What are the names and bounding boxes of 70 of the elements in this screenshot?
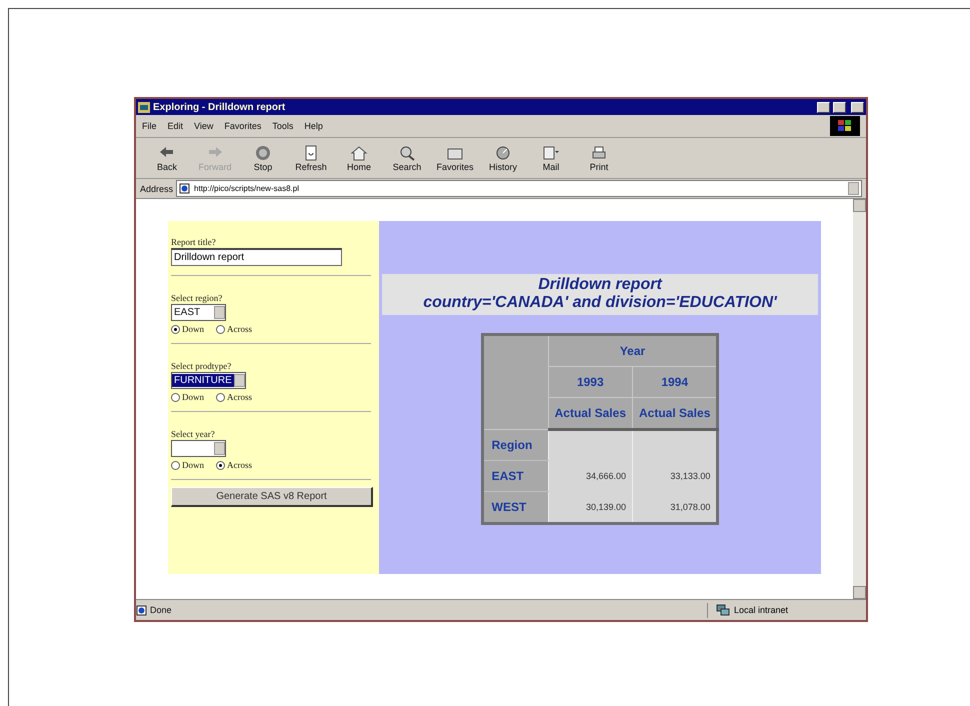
radio-option[interactable]: Across <box>216 324 252 334</box>
flag-icon <box>838 120 852 132</box>
zone-text: Local intranet <box>734 605 788 615</box>
radio-option[interactable]: Down <box>171 324 204 334</box>
app-icon <box>138 102 150 112</box>
printer-icon <box>590 144 608 160</box>
toolbar-button[interactable]: Search <box>386 144 428 172</box>
table-cell: 31,078.00 <box>632 492 718 524</box>
field-label: Select region? <box>171 293 224 303</box>
toolbar-button[interactable]: Refresh <box>290 144 332 172</box>
toolbar-button[interactable]: Back <box>146 144 188 172</box>
toolbar-button[interactable]: Mail <box>530 144 572 172</box>
radio-icon[interactable] <box>216 324 225 334</box>
radio-icon[interactable] <box>216 392 225 402</box>
field-label: Report title? <box>171 237 217 247</box>
field-label: Select year? <box>171 429 216 439</box>
menu-item[interactable]: Favorites <box>224 121 262 131</box>
table-header: 1994 <box>632 366 718 398</box>
radio-option[interactable]: Down <box>171 460 204 470</box>
close-button[interactable] <box>851 102 864 112</box>
stop-icon <box>254 144 272 160</box>
report-subtitle: country='CANADA' and division='EDUCATION' <box>423 294 777 312</box>
menu-item[interactable]: View <box>194 121 214 131</box>
radio-icon[interactable] <box>216 460 225 470</box>
search-icon <box>398 144 416 160</box>
radio-option[interactable]: Across <box>216 460 252 470</box>
radio-option[interactable]: Down <box>171 392 204 402</box>
toolbar-button[interactable]: Favorites <box>434 144 476 172</box>
address-label: Address <box>140 184 174 194</box>
table-cell: 34,666.00 <box>548 460 632 492</box>
maximize-button[interactable] <box>833 102 846 112</box>
toolbar-button[interactable]: History <box>482 144 524 172</box>
table-header: Actual Sales <box>548 398 632 430</box>
address-field[interactable]: http://pico/scripts/new-sas8.pl <box>176 180 862 197</box>
home-icon <box>350 144 368 160</box>
menu-item[interactable]: File <box>142 121 157 131</box>
row-header: WEST <box>482 492 548 524</box>
row-header: Region <box>482 430 548 460</box>
generate-button[interactable]: Generate SAS v8 Report <box>171 487 373 507</box>
radio-icon[interactable] <box>171 392 180 402</box>
mail-icon <box>542 144 560 160</box>
globe-icon <box>494 144 512 160</box>
page-icon <box>136 604 147 616</box>
menu-item[interactable]: Tools <box>272 121 294 131</box>
select-field[interactable]: EAST <box>171 304 226 321</box>
table-cell: 33,133.00 <box>632 460 718 492</box>
toolbar-button[interactable]: Stop <box>242 144 284 172</box>
radio-icon[interactable] <box>171 460 180 470</box>
field-label: Select prodtype? <box>171 361 232 371</box>
window-title: Exploring - Drilldown report <box>153 102 286 112</box>
report-title-field[interactable]: Drilldown report <box>171 248 342 266</box>
row-header: EAST <box>482 460 548 492</box>
scrollbar[interactable] <box>853 199 866 599</box>
network-icon <box>716 604 730 616</box>
select-field[interactable]: FURNITURE <box>171 372 246 389</box>
radio-option[interactable]: Across <box>216 392 252 402</box>
table-header: Actual Sales <box>632 398 718 430</box>
page-icon <box>179 183 190 194</box>
select-field[interactable] <box>171 440 226 457</box>
table-header: Year <box>548 334 718 366</box>
minimize-button[interactable] <box>817 102 830 112</box>
report-title: Drilldown report <box>538 276 662 294</box>
status-text: Done <box>149 605 173 615</box>
radio-icon[interactable] <box>171 324 180 334</box>
table-cell: 30,139.00 <box>548 492 632 524</box>
toolbar-button[interactable]: Home <box>338 144 380 172</box>
menu-item[interactable]: Help <box>304 121 323 131</box>
toolbar-button[interactable]: Print <box>578 144 620 172</box>
menu-item[interactable]: Edit <box>168 121 184 131</box>
table-header: 1993 <box>548 366 632 398</box>
